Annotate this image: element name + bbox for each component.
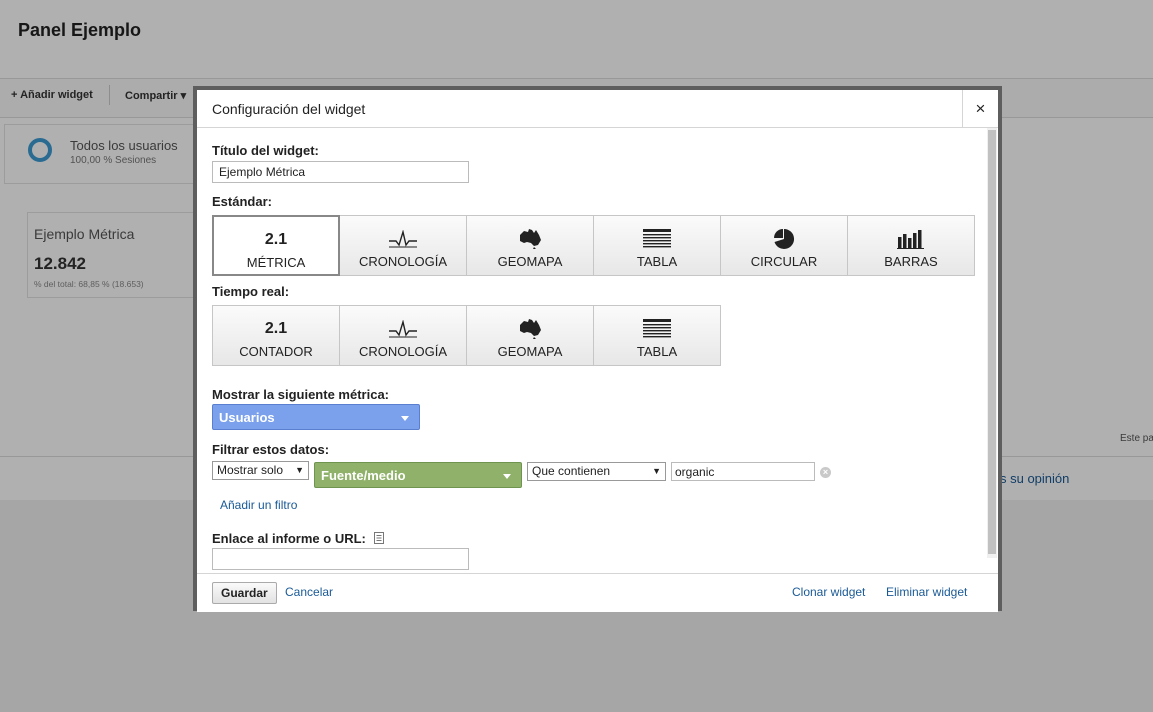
save-button[interactable]: Guardar bbox=[212, 582, 277, 604]
clone-widget-link[interactable]: Clonar widget bbox=[792, 585, 865, 599]
filter-value-input[interactable] bbox=[671, 462, 815, 481]
dialog-title: Configuración del widget bbox=[212, 101, 366, 117]
caret-down-icon bbox=[401, 416, 409, 421]
caret-down-icon: ▼ bbox=[295, 465, 304, 475]
viz-label: TABLA bbox=[636, 254, 678, 269]
metric-label: Mostrar la siguiente métrica: bbox=[212, 387, 389, 402]
caret-down-icon bbox=[503, 474, 511, 479]
geomap-icon bbox=[520, 319, 541, 339]
rt-timeline-button[interactable]: CRONOLOGÍA bbox=[339, 305, 467, 366]
filter-dimension-value: Fuente/medio bbox=[321, 468, 406, 483]
viz-table-button[interactable]: TABLA bbox=[593, 215, 721, 276]
rt-geomap-button[interactable]: GEOMAPA bbox=[466, 305, 594, 366]
dialog-body: Título del widget: Estándar: 2.1 MÉTRICA… bbox=[197, 128, 998, 572]
link-url-label-text: Enlace al informe o URL: bbox=[212, 531, 366, 546]
cancel-link[interactable]: Cancelar bbox=[285, 585, 333, 599]
document-icon[interactable] bbox=[373, 532, 384, 544]
link-url-input[interactable] bbox=[212, 548, 469, 570]
standard-label: Estándar: bbox=[212, 194, 272, 209]
metric-icon: 2.1 bbox=[264, 231, 288, 248]
metric-select-value: Usuarios bbox=[219, 410, 275, 425]
pie-icon bbox=[774, 228, 795, 249]
clear-filter-icon[interactable]: × bbox=[820, 467, 831, 478]
dialog-footer: Guardar Cancelar Clonar widget Eliminar … bbox=[197, 573, 998, 612]
viz-label: MÉTRICA bbox=[246, 255, 306, 270]
widget-title-input[interactable] bbox=[212, 161, 469, 183]
realtime-viz-options: 2.1 CONTADOR CRONOLOGÍA GEOMAPA TABLA bbox=[212, 305, 721, 366]
viz-label: GEOMAPA bbox=[497, 344, 563, 359]
standard-viz-options: 2.1 MÉTRICA CRONOLOGÍA GEOMAPA TABLA CIR… bbox=[212, 215, 975, 276]
viz-timeline-button[interactable]: CRONOLOGÍA bbox=[339, 215, 467, 276]
viz-label: CIRCULAR bbox=[750, 254, 818, 269]
close-icon[interactable]: × bbox=[962, 90, 998, 127]
geomap-icon bbox=[520, 229, 541, 249]
viz-label: BARRAS bbox=[884, 254, 938, 269]
viz-bars-button[interactable]: BARRAS bbox=[847, 215, 975, 276]
filter-mode-value: Mostrar solo bbox=[217, 463, 284, 477]
filter-condition-value: Que contienen bbox=[532, 464, 611, 478]
realtime-label: Tiempo real: bbox=[212, 284, 290, 299]
filter-condition-select[interactable]: Que contienen ▼ bbox=[527, 462, 666, 481]
add-filter-link[interactable]: Añadir un filtro bbox=[220, 498, 297, 512]
bar-chart-icon bbox=[897, 230, 924, 249]
viz-label: CRONOLOGÍA bbox=[358, 254, 448, 269]
rt-table-button[interactable]: TABLA bbox=[593, 305, 721, 366]
viz-label: TABLA bbox=[636, 344, 678, 359]
counter-icon: 2.1 bbox=[264, 320, 288, 337]
rt-counter-button[interactable]: 2.1 CONTADOR bbox=[212, 305, 340, 366]
filter-mode-select[interactable]: Mostrar solo ▼ bbox=[212, 461, 309, 480]
timeline-icon bbox=[389, 320, 417, 338]
viz-geomap-button[interactable]: GEOMAPA bbox=[466, 215, 594, 276]
filter-label: Filtrar estos datos: bbox=[212, 442, 330, 457]
viz-pie-button[interactable]: CIRCULAR bbox=[720, 215, 848, 276]
table-icon bbox=[643, 319, 671, 338]
link-url-label: Enlace al informe o URL: bbox=[212, 531, 384, 546]
viz-label: CONTADOR bbox=[239, 344, 313, 359]
dialog-scrollbar[interactable] bbox=[987, 128, 997, 558]
caret-down-icon: ▼ bbox=[652, 466, 661, 476]
scrollbar-thumb[interactable] bbox=[988, 130, 996, 554]
delete-widget-link[interactable]: Eliminar widget bbox=[886, 585, 967, 599]
metric-select[interactable]: Usuarios bbox=[212, 404, 420, 430]
dialog-header: Configuración del widget × bbox=[197, 90, 998, 128]
viz-label: GEOMAPA bbox=[497, 254, 563, 269]
table-icon bbox=[643, 229, 671, 248]
viz-metric-button[interactable]: 2.1 MÉTRICA bbox=[212, 215, 340, 276]
widget-config-dialog: Configuración del widget × Título del wi… bbox=[193, 86, 1002, 612]
timeline-icon bbox=[389, 230, 417, 248]
filter-dimension-select[interactable]: Fuente/medio bbox=[314, 462, 522, 488]
viz-label: CRONOLOGÍA bbox=[358, 344, 448, 359]
widget-title-label: Título del widget: bbox=[212, 143, 319, 158]
